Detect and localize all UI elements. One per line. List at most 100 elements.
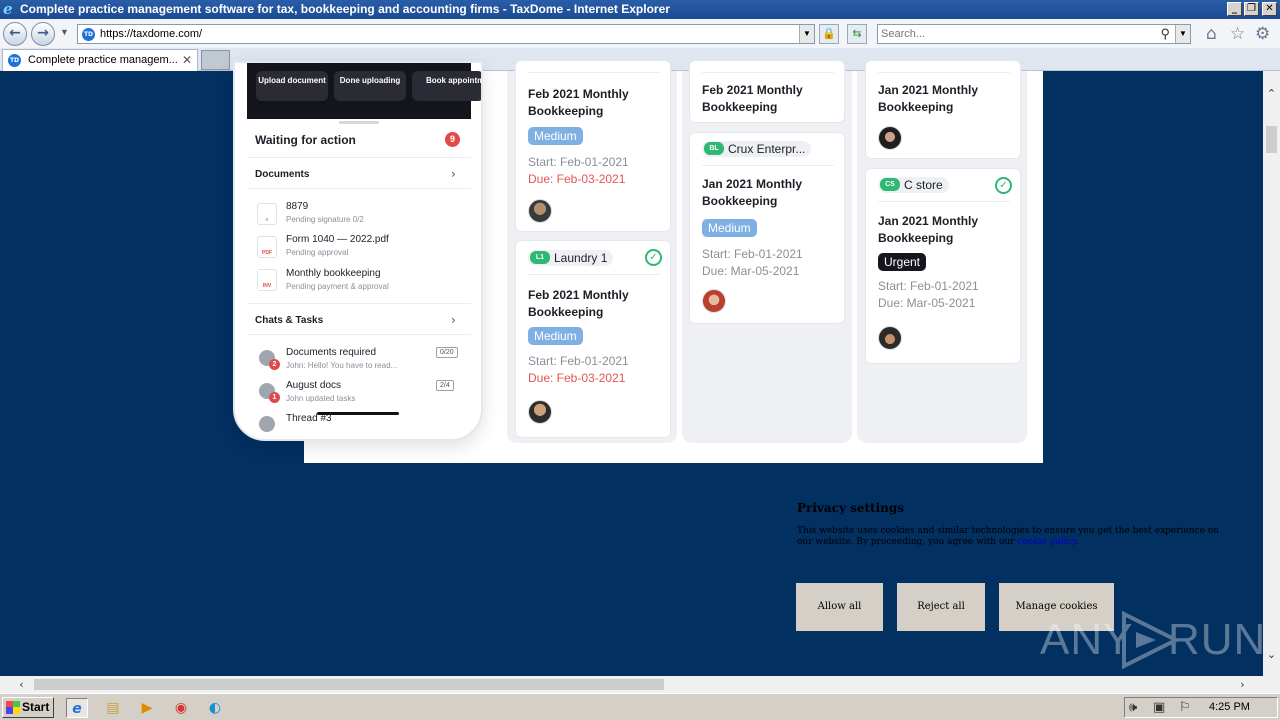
cookie-policy-link[interactable]: cookie policy [1017,537,1075,547]
client-name: C store [904,178,943,192]
allow-all-button[interactable]: Allow all [796,583,883,631]
search-box[interactable]: ⚲ ▼ [877,24,1191,44]
security-lock-icon[interactable]: 🔒 [819,24,839,44]
task-start-date: Start: Feb-01-2021 [702,247,803,261]
quick-actions-bar: Upload document Done uploading Book appo… [247,63,481,119]
address-url[interactable]: https://taxdome.com/ [100,28,202,40]
chevron-right-icon[interactable]: › [451,167,456,181]
search-icon[interactable]: ⚲ [1160,26,1170,42]
tab-label: Complete practice managem... [28,54,178,66]
done-uploading-button[interactable]: Done uploading [334,71,406,101]
start-label: Start [22,700,50,714]
divider [702,72,834,73]
home-icon[interactable]: ⌂ [1206,26,1217,43]
new-tab-button[interactable] [201,50,230,70]
address-dropdown-icon[interactable]: ▼ [799,25,814,43]
scroll-down-icon[interactable]: ⌄ [1263,646,1280,663]
search-input[interactable] [881,27,1151,41]
invoice-chart-icon: INV [257,269,277,291]
task-card[interactable]: Feb 2021 Monthly Bookkeeping Medium Star… [515,60,671,232]
client-name: Laundry 1 [554,251,608,265]
vertical-scroll-thumb[interactable] [1266,126,1277,153]
chat-preview: John: Hello! You have to read... [286,361,398,370]
scroll-up-icon[interactable]: ⌃ [1263,85,1280,102]
chats-tasks-section-title[interactable]: Chats & Tasks [255,315,323,326]
chrome-icon[interactable]: ◉ [170,698,192,718]
task-card[interactable]: Jan 2021 Monthly Bookkeeping [865,60,1021,159]
upload-document-button[interactable]: Upload document [256,71,328,101]
media-player-icon[interactable]: ▶ [136,698,158,718]
scrollbar-corner [1263,676,1280,693]
scroll-right-icon[interactable]: › [1234,676,1251,693]
horizontal-scrollbar[interactable]: ‹ › [0,676,1263,693]
restore-button[interactable]: ❐ [1244,2,1259,16]
task-title: Feb 2021 Monthly Bookkeeping [702,83,803,114]
waiting-for-action-title: Waiting for action [255,133,356,147]
chat-title[interactable]: Documents required [286,347,376,358]
forward-button[interactable]: → [31,22,55,46]
divider [247,157,471,158]
task-title: Jan 2021 Monthly Bookkeeping [878,83,979,114]
document-title[interactable]: Monthly bookkeeping [286,268,381,279]
home-indicator [317,412,399,415]
divider [247,188,471,189]
close-window-button[interactable]: ✕ [1262,2,1277,16]
priority-badge: Medium [528,127,583,145]
chat-task-count: 2/4 [436,380,454,391]
privacy-settings-title: Privacy settings [797,501,905,515]
volume-icon[interactable]: 🕪 [1129,699,1137,717]
address-bar[interactable]: TD https://taxdome.com/ ▼ [77,24,815,44]
task-card[interactable]: Feb 2021 Monthly Bookkeeping [689,60,845,123]
client-tag: L1 Laundry 1 [528,250,614,266]
divider [247,334,471,335]
start-button[interactable]: Start [2,697,54,718]
client-initials: L1 [530,251,550,264]
task-card[interactable]: BL Crux Enterpr... Jan 2021 Monthly Bookk… [689,132,845,324]
task-card[interactable]: L1 Laundry 1 ✓ Feb 2021 Monthly Bookkeepi… [515,240,671,438]
search-dropdown-icon[interactable]: ▼ [1175,25,1190,43]
scroll-left-icon[interactable]: ‹ [13,676,30,693]
internet-explorer-taskbar-icon[interactable]: e [66,698,88,718]
book-appointment-button[interactable]: Book appointment [412,71,481,101]
minimize-button[interactable]: _ [1227,2,1242,16]
priority-badge: Urgent [878,253,927,271]
unread-badge: 2 [269,359,280,370]
reject-all-button[interactable]: Reject all [897,583,985,631]
close-tab-icon[interactable]: ✕ [182,53,192,67]
tab-taxdome[interactable]: TD Complete practice managem... ✕ [2,49,198,71]
task-card[interactable]: CS C store ✓ Jan 2021 Monthly Bookkeeping… [865,168,1021,364]
taxdome-favicon-icon: TD [82,28,95,41]
favorites-star-icon[interactable]: ☆ [1230,26,1245,43]
edge-icon[interactable]: ◐ [204,698,226,718]
vertical-scrollbar[interactable]: ⌃ ⌄ [1263,71,1280,676]
client-initials: BL [704,142,724,155]
documents-section-title[interactable]: Documents [255,169,309,180]
task-due-date: Due: Feb-03-2021 [528,172,626,186]
settings-gear-icon[interactable]: ⚙ [1255,26,1270,43]
window-title-bar: e Complete practice management software … [0,0,1280,19]
pdf-icon: PDF [257,236,277,258]
clock: 4:25 PM [1209,701,1250,713]
document-title[interactable]: 8879 [286,201,308,212]
client-tag: BL Crux Enterpr... [702,141,812,157]
navigation-bar: ← → ▼ TD https://taxdome.com/ ▼ 🔒 ⇆ ⚲ ▼ … [0,19,1280,48]
action-center-flag-icon[interactable]: ⚐ [1179,699,1191,717]
task-start-date: Start: Feb-01-2021 [528,155,629,169]
client-initials: CS [880,178,900,191]
recent-pages-dropdown-icon[interactable]: ▼ [60,27,69,37]
document-status: Pending payment & approval [286,282,389,291]
refresh-icon[interactable]: ⇆ [847,24,867,44]
task-start-date: Start: Feb-01-2021 [528,354,629,368]
document-title[interactable]: Form 1040 — 2022.pdf [286,234,389,245]
network-icon[interactable]: ▣ [1153,699,1165,717]
back-button[interactable]: ← [3,22,27,46]
file-explorer-icon[interactable]: ▤ [102,698,124,718]
chat-title[interactable]: August docs [286,380,341,391]
chevron-right-icon[interactable]: › [451,313,456,327]
completed-check-icon: ✓ [645,249,662,266]
task-title: Feb 2021 Monthly Bookkeeping [528,87,629,118]
document-status: Pending signature 0/2 [286,215,364,224]
horizontal-scroll-thumb[interactable] [34,679,664,690]
priority-badge: Medium [528,327,583,345]
privacy-body: This website uses cookies and similar te… [797,526,1219,547]
